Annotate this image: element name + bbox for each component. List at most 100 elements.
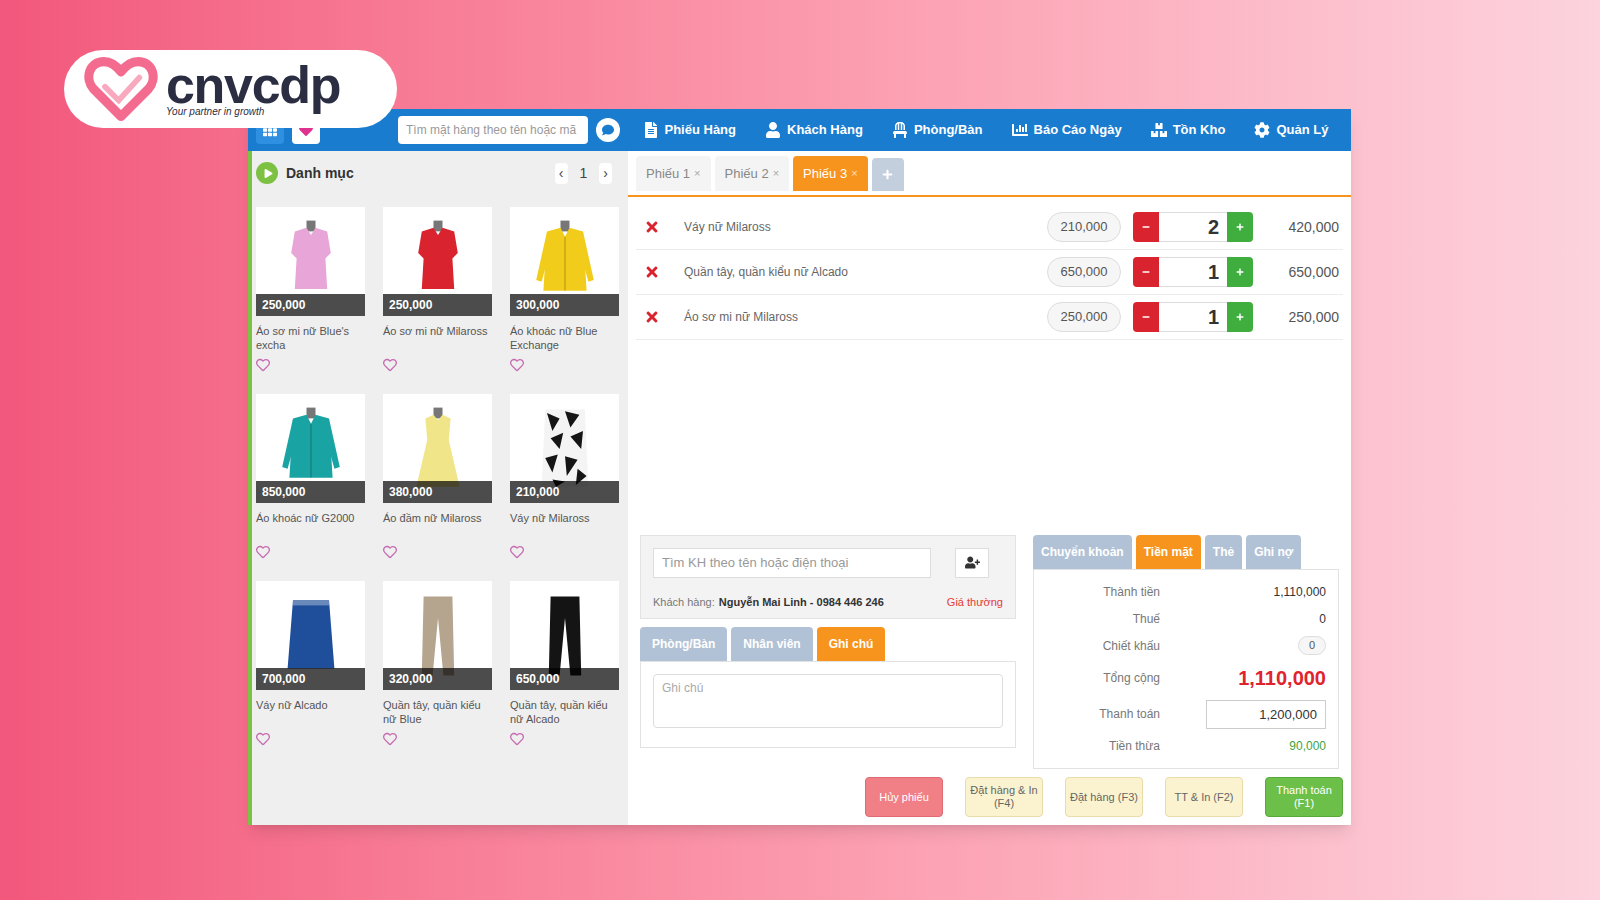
- favorite-icon[interactable]: [256, 545, 270, 559]
- price-level[interactable]: Giá thường: [947, 594, 1003, 611]
- nav-item[interactable]: Tồn Kho: [1151, 120, 1226, 140]
- product-card[interactable]: 250,000Áo sơ mi nữ Milaross: [383, 207, 492, 372]
- main-nav: Phiếu Hàng Khách Hàng Phòng/Bàn Báo Cáo Ngà…: [628, 120, 1351, 140]
- nav-item[interactable]: Quản Lý: [1254, 120, 1328, 140]
- qty-plus[interactable]: [1227, 257, 1253, 287]
- nav-item[interactable]: Báo Cáo Ngày: [1012, 120, 1122, 140]
- favorite-icon[interactable]: [510, 358, 524, 372]
- nav-icon: [1012, 122, 1028, 138]
- product-card[interactable]: 300,000Áo khoác nữ Blue Exchange: [510, 207, 619, 372]
- product-card[interactable]: 850,000Áo khoác nữ G2000: [256, 394, 365, 559]
- info-tab[interactable]: Phòng/Bàn: [640, 627, 727, 661]
- pager-next[interactable]: ›: [599, 163, 612, 184]
- order-line: Áo sơ mi nữ Milaross250,0001250,000: [636, 295, 1343, 340]
- payment-tab[interactable]: Ghi nợ: [1246, 535, 1301, 569]
- minus-icon: [1142, 313, 1150, 321]
- qty-plus[interactable]: [1227, 212, 1253, 242]
- line-price[interactable]: 250,000: [1047, 302, 1121, 332]
- plus-icon: [1236, 313, 1244, 321]
- favorite-icon[interactable]: [510, 545, 524, 559]
- order-line: Quần tây, quần kiểu nữ Alcado650,0001650…: [636, 250, 1343, 295]
- qty-input[interactable]: 1: [1159, 302, 1227, 332]
- customer-name: Nguyễn Mai Linh - 0984 446 246: [719, 594, 884, 611]
- product-card[interactable]: 250,000 Áo sơ mi nữ Blue's excha: [256, 207, 365, 372]
- remove-icon[interactable]: [644, 264, 660, 280]
- customer-search[interactable]: [653, 548, 931, 578]
- line-price[interactable]: 210,000: [1047, 212, 1121, 242]
- nav-item[interactable]: Phòng/Bàn: [892, 120, 983, 140]
- price-tag: 650,000: [510, 668, 619, 690]
- tab-close[interactable]: ×: [851, 165, 857, 182]
- payment-tab[interactable]: Thẻ: [1205, 535, 1242, 569]
- favorite-icon[interactable]: [510, 732, 524, 746]
- tab-close[interactable]: ×: [694, 165, 700, 182]
- line-price[interactable]: 650,000: [1047, 257, 1121, 287]
- category-toggle[interactable]: [256, 162, 278, 184]
- remove-icon[interactable]: [644, 309, 660, 325]
- chat-toggle[interactable]: [596, 118, 620, 142]
- action-button[interactable]: TT & In (F2): [1165, 777, 1243, 817]
- product-card[interactable]: 320,000Quần tây, quần kiểu nữ Blue: [383, 581, 492, 746]
- info-tab[interactable]: Nhân viên: [731, 627, 812, 661]
- total-value: 1,110,000: [1238, 663, 1326, 693]
- action-button[interactable]: Thanh toán (F1): [1265, 777, 1343, 817]
- product-card[interactable]: 380,000Áo đầm nữ Milaross: [383, 394, 492, 559]
- price-tag: 250,000: [256, 294, 365, 316]
- nav-item[interactable]: Phiếu Hàng: [643, 120, 737, 140]
- add-customer[interactable]: [955, 548, 989, 578]
- ticket-tab[interactable]: Phiếu 1×: [636, 156, 711, 192]
- action-button[interactable]: Hủy phiếu: [865, 777, 943, 817]
- summary-value: 0: [1319, 610, 1326, 628]
- ticket-tab[interactable]: Phiếu 3×: [793, 156, 868, 192]
- qty-minus[interactable]: [1133, 302, 1159, 332]
- tab-close[interactable]: ×: [773, 165, 779, 182]
- payment-tab[interactable]: Tiền mặt: [1136, 535, 1201, 569]
- discount-input[interactable]: 0: [1298, 636, 1326, 655]
- info-tab[interactable]: Ghi chú: [817, 627, 886, 661]
- favorite-icon[interactable]: [383, 358, 397, 372]
- paid-input[interactable]: 1,200,000: [1206, 700, 1326, 730]
- qty-minus[interactable]: [1133, 212, 1159, 242]
- garment-icon: [393, 404, 483, 494]
- qty-input[interactable]: 1: [1159, 257, 1227, 287]
- nav-item[interactable]: Khách Hàng: [765, 120, 863, 140]
- favorite-icon[interactable]: [383, 545, 397, 559]
- payment-tab[interactable]: Chuyển khoản: [1033, 535, 1132, 569]
- product-name: Áo sơ mi nữ Milaross: [383, 324, 492, 354]
- ticket-tab[interactable]: Phiếu 2×: [715, 156, 790, 192]
- favorite-icon[interactable]: [383, 732, 397, 746]
- note-input[interactable]: [653, 674, 1003, 728]
- product-grid: 250,000 Áo sơ mi nữ Blue's excha 250,000Áo…: [252, 195, 628, 746]
- product-card[interactable]: 650,000 Quần tây, quần kiểu nữ Alcado: [510, 581, 619, 746]
- product-image: 700,000: [256, 581, 365, 690]
- body: Danh mục‹1› 250,000 Áo sơ mi nữ Blue's exc…: [248, 151, 1351, 825]
- qty-minus[interactable]: [1133, 257, 1159, 287]
- qty-input[interactable]: 2: [1159, 212, 1227, 242]
- pager-prev[interactable]: ‹: [555, 163, 568, 184]
- nav-icon: [643, 122, 659, 138]
- summary-value-cell: 0: [1164, 636, 1326, 655]
- product-card[interactable]: 210,000Váy nữ Milaross: [510, 394, 619, 559]
- qty-plus[interactable]: [1227, 302, 1253, 332]
- product-search[interactable]: [398, 116, 588, 144]
- catalog-header: Danh mục‹1›: [252, 151, 628, 195]
- product-name: Quần tây, quần kiểu nữ Alcado: [510, 698, 619, 728]
- product-card[interactable]: 700,000Váy nữ Alcado: [256, 581, 365, 746]
- product-image: 380,000: [383, 394, 492, 503]
- product-name: Áo sơ mi nữ Blue's excha: [256, 324, 365, 354]
- price-tag: 380,000: [383, 481, 492, 503]
- action-button[interactable]: Đặt hàng (F3): [1065, 777, 1143, 817]
- favorite-icon[interactable]: [256, 358, 270, 372]
- nav-icon: [1151, 122, 1167, 138]
- remove-icon[interactable]: [644, 219, 660, 235]
- summary-label: Chiết khấu: [1046, 637, 1164, 655]
- garment-icon: [393, 591, 483, 681]
- logo-text: cnvcdpYour partner in growth: [166, 61, 340, 117]
- garment-icon: [266, 217, 356, 307]
- add-ticket[interactable]: [872, 158, 904, 191]
- product-name: Quần tây, quần kiểu nữ Blue: [383, 698, 492, 728]
- play-icon: [264, 169, 273, 178]
- favorite-icon[interactable]: [256, 732, 270, 746]
- action-button[interactable]: Đặt hàng & In (F4): [965, 777, 1043, 817]
- summary-value-cell: 1,110,000: [1164, 583, 1326, 601]
